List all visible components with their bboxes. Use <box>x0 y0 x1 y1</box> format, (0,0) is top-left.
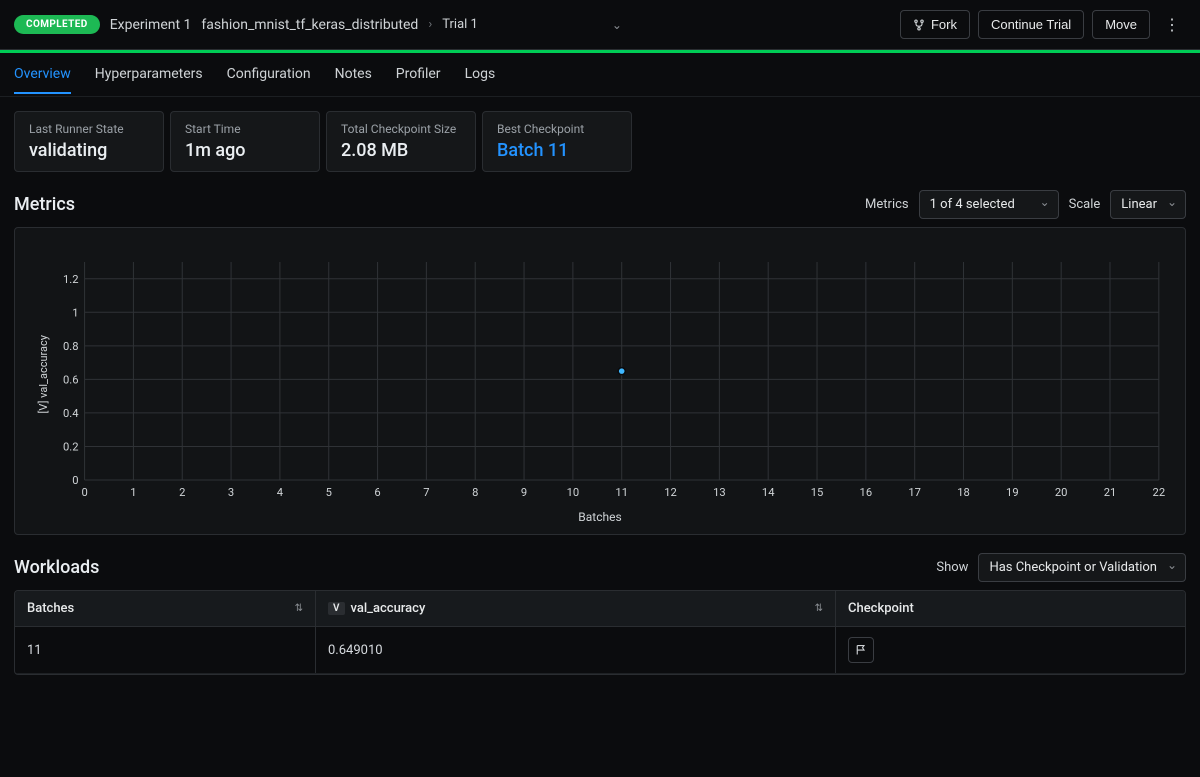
card-label: Best Checkpoint <box>497 122 617 136</box>
fork-icon <box>913 19 925 31</box>
card-label: Total Checkpoint Size <box>341 122 461 136</box>
svg-text:21: 21 <box>1104 486 1117 499</box>
metrics-title: Metrics <box>14 194 75 215</box>
col-batches-label: Batches <box>27 601 74 616</box>
scale-select[interactable]: Linear <box>1110 190 1186 219</box>
tab-hyperparameters[interactable]: Hyperparameters <box>95 56 203 94</box>
action-bar: Fork Continue Trial Move ⋮ <box>900 9 1186 40</box>
cell-batches: 11 <box>15 627 315 673</box>
card-value: 2.08 MB <box>341 140 461 161</box>
svg-text:9: 9 <box>521 486 527 499</box>
tab-configuration[interactable]: Configuration <box>227 56 311 94</box>
svg-text:3: 3 <box>228 486 234 499</box>
svg-text:18: 18 <box>957 486 970 499</box>
tab-overview[interactable]: Overview <box>14 56 71 94</box>
card-best-checkpoint: Best Checkpoint Batch 11 <box>482 111 632 172</box>
col-metric-label: val_accuracy <box>351 601 426 616</box>
breadcrumb-separator: › <box>428 17 432 32</box>
sort-icon: ⇅ <box>295 603 303 614</box>
svg-text:1.2: 1.2 <box>63 273 79 286</box>
table-header: Batches ⇅ V val_accuracy ⇅ Checkpoint <box>15 591 1185 627</box>
tab-profiler[interactable]: Profiler <box>396 56 441 94</box>
svg-text:0.4: 0.4 <box>63 407 79 420</box>
tab-logs[interactable]: Logs <box>465 56 496 94</box>
fork-button[interactable]: Fork <box>900 10 970 39</box>
workloads-table: Batches ⇅ V val_accuracy ⇅ Checkpoint 11… <box>14 590 1186 675</box>
svg-text:0.6: 0.6 <box>63 373 79 386</box>
col-checkpoint-label: Checkpoint <box>848 601 914 616</box>
chart-y-axis-label: [V] val_accuracy <box>31 335 50 414</box>
col-batches[interactable]: Batches ⇅ <box>15 591 315 626</box>
svg-text:0: 0 <box>72 474 78 487</box>
svg-text:20: 20 <box>1055 486 1068 499</box>
svg-text:0: 0 <box>81 486 87 499</box>
chevron-down-icon[interactable]: ⌄ <box>604 14 630 36</box>
card-label: Last Runner State <box>29 122 149 136</box>
card-value: validating <box>29 140 149 161</box>
svg-text:6: 6 <box>374 486 380 499</box>
svg-text:2: 2 <box>179 486 185 499</box>
breadcrumb: Experiment 1 fashion_mnist_tf_keras_dist… <box>110 17 478 33</box>
svg-text:11: 11 <box>615 486 628 499</box>
cell-val-accuracy: 0.649010 <box>315 627 835 673</box>
move-button[interactable]: Move <box>1092 10 1150 39</box>
svg-text:17: 17 <box>908 486 921 499</box>
topbar: COMPLETED Experiment 1 fashion_mnist_tf_… <box>0 0 1200 50</box>
trial-label: Trial 1 <box>442 17 478 32</box>
table-row[interactable]: 110.649010 <box>15 627 1185 674</box>
checkpoint-flag-button[interactable] <box>848 637 874 663</box>
chart-x-axis-label: Batches <box>31 510 1169 524</box>
workloads-filter-select[interactable]: Has Checkpoint or Validation <box>978 553 1186 582</box>
workloads-show-label: Show <box>936 560 968 575</box>
svg-text:1: 1 <box>130 486 136 499</box>
svg-text:13: 13 <box>713 486 726 499</box>
card-value: 1m ago <box>185 140 305 161</box>
metrics-selector-label: Metrics <box>865 197 909 212</box>
metrics-section-head: Metrics Metrics 1 of 4 selected Scale Li… <box>0 186 1200 227</box>
tabs: Overview Hyperparameters Configuration Note… <box>0 53 1200 97</box>
svg-text:1: 1 <box>72 306 78 319</box>
col-metric[interactable]: V val_accuracy ⇅ <box>315 591 835 626</box>
chart-plot-area[interactable]: 01234567891011121314151617181920212200.2… <box>50 244 1169 504</box>
svg-text:5: 5 <box>326 486 332 499</box>
cell-checkpoint <box>835 627 1185 673</box>
svg-text:7: 7 <box>423 486 429 499</box>
workloads-section-head: Workloads Show Has Checkpoint or Validat… <box>0 549 1200 590</box>
metrics-chart: [V] val_accuracy 01234567891011121314151… <box>14 227 1186 535</box>
svg-text:4: 4 <box>277 486 283 499</box>
svg-text:12: 12 <box>664 486 677 499</box>
svg-text:0.8: 0.8 <box>63 340 79 353</box>
workloads-title: Workloads <box>14 557 99 578</box>
best-checkpoint-link[interactable]: Batch 11 <box>497 140 617 161</box>
more-menu-icon[interactable]: ⋮ <box>1158 9 1186 40</box>
svg-text:14: 14 <box>762 486 775 499</box>
svg-text:19: 19 <box>1006 486 1019 499</box>
card-label: Start Time <box>185 122 305 136</box>
card-checkpoint-size: Total Checkpoint Size 2.08 MB <box>326 111 476 172</box>
scale-label: Scale <box>1069 197 1101 212</box>
status-badge: COMPLETED <box>14 15 100 34</box>
experiment-name[interactable]: fashion_mnist_tf_keras_distributed <box>201 17 418 33</box>
sort-icon: ⇅ <box>815 603 823 614</box>
svg-text:8: 8 <box>472 486 478 499</box>
svg-text:10: 10 <box>567 486 580 499</box>
col-checkpoint: Checkpoint <box>835 591 1185 626</box>
fork-button-label: Fork <box>931 17 957 32</box>
continue-trial-button[interactable]: Continue Trial <box>978 10 1084 39</box>
svg-text:22: 22 <box>1153 486 1166 499</box>
metric-source-tag: V <box>328 602 345 615</box>
svg-text:15: 15 <box>811 486 824 499</box>
card-last-runner-state: Last Runner State validating <box>14 111 164 172</box>
svg-text:0.2: 0.2 <box>63 441 79 454</box>
info-cards: Last Runner State validating Start Time … <box>0 97 1200 186</box>
metrics-select[interactable]: 1 of 4 selected <box>919 190 1059 219</box>
svg-text:16: 16 <box>860 486 873 499</box>
experiment-number[interactable]: Experiment 1 <box>110 17 192 33</box>
tab-notes[interactable]: Notes <box>335 56 372 94</box>
card-start-time: Start Time 1m ago <box>170 111 320 172</box>
